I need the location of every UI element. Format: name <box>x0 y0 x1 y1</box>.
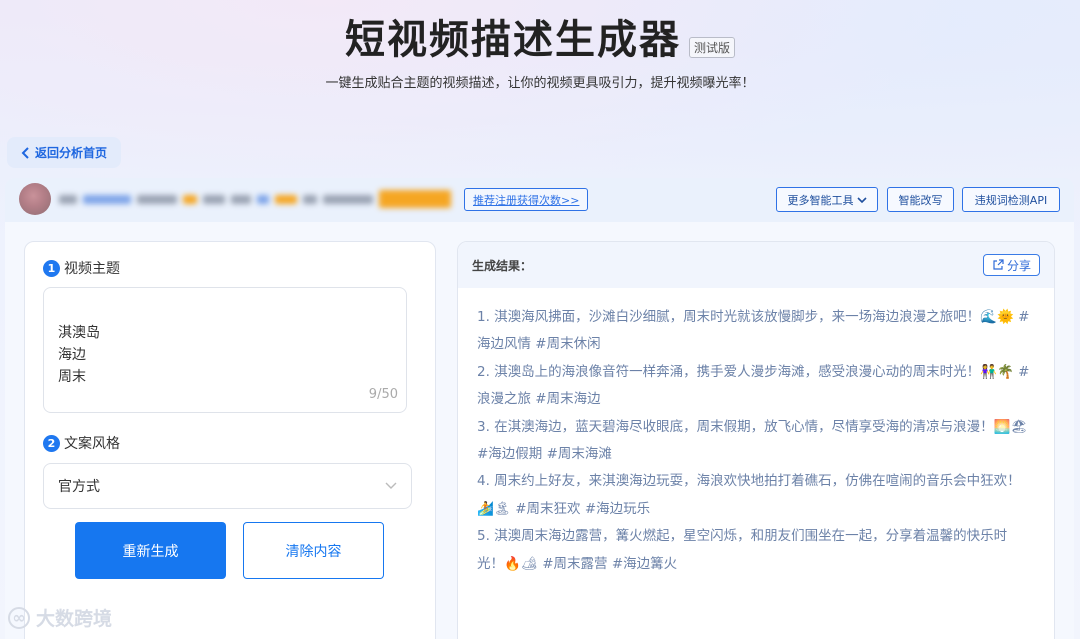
clear-content-button[interactable]: 清除内容 <box>243 522 384 579</box>
chevron-left-icon <box>21 146 29 159</box>
register-bonus-link[interactable]: 推荐注册获得次数>> <box>464 188 589 211</box>
share-label: 分享 <box>1006 258 1031 273</box>
result-item: 1. 淇澳海风拂面，沙滩白沙细腻，周末时光就该放慢脚步，来一场海边浪漫之旅吧！🌊… <box>477 309 1030 353</box>
result-header: 生成结果： 分享 <box>458 242 1054 288</box>
result-item: 2. 淇澳岛上的海浪像音符一样奔涌，携手爱人漫步海滩，感受浪漫心动的周末时光！👫… <box>477 363 1030 408</box>
char-counter: 9/50 <box>368 387 398 402</box>
main-area: 1 视频主题 淇澳岛 海边 周末 9/50 2 文案风格 官方式 重新生成 清除… <box>5 222 1074 639</box>
watermark-logo-icon: ∞ <box>8 606 30 629</box>
back-label: 返回分析首页 <box>35 146 108 160</box>
result-panel: 生成结果： 分享 1. 淇澳海风拂面，沙滩白沙细腻，周末时光就该放慢脚步，来一场… <box>457 241 1055 639</box>
result-title: 生成结果： <box>472 258 533 273</box>
result-list: 1. 淇澳海风拂面，沙滩白沙细腻，周末时光就该放慢脚步，来一场海边浪漫之旅吧！🌊… <box>458 288 1054 578</box>
style-select[interactable]: 官方式 <box>43 463 412 509</box>
more-tools-button[interactable]: 更多智能工具 <box>776 187 878 212</box>
watermark-text: 大数跨境 <box>36 608 113 630</box>
share-icon <box>993 259 1004 270</box>
back-to-analysis-button[interactable]: 返回分析首页 <box>7 137 122 168</box>
page-title: 短视频描述生成器 <box>344 17 681 63</box>
chevron-down-icon <box>856 196 867 203</box>
style-section-label: 2 文案风格 <box>43 433 120 453</box>
more-tools-label: 更多智能工具 <box>787 193 854 207</box>
page-header: 短视频描述生成器 测试版 一键生成贴合主题的视频描述，让你的视频更具吸引力，提升… <box>0 12 1080 91</box>
watermark: ∞ 大数跨境 <box>8 604 112 631</box>
chevron-down-icon <box>385 482 397 489</box>
step-1-badge: 1 <box>43 259 60 277</box>
blurred-user-info <box>59 188 452 210</box>
result-item: 4. 周末约上好友，来淇澳海边玩耍，海浪欢快地拍打着礁石，仿佛在喧闹的音乐会中狂… <box>477 473 1021 517</box>
topic-label: 视频主题 <box>64 261 120 277</box>
result-item: 3. 在淇澳海边，蓝天碧海尽收眼底，周末假期，放飞心情，尽情享受海的清凉与浪漫！… <box>477 418 1028 463</box>
topic-section-label: 1 视频主题 <box>43 258 120 278</box>
result-item: 5. 淇澳周末海边露营，篝火燃起，星空闪烁，和朋友们围坐在一起，分享着温馨的快乐… <box>477 528 1008 572</box>
smart-rewrite-button[interactable]: 智能改写 <box>887 187 954 212</box>
step-2-badge: 2 <box>43 434 60 452</box>
avatar[interactable] <box>19 183 51 215</box>
style-value: 官方式 <box>58 479 100 495</box>
topic-textarea[interactable]: 淇澳岛 海边 周末 9/50 <box>43 287 407 413</box>
topic-value: 淇澳岛 海边 周末 <box>58 325 100 385</box>
user-toolbar: 推荐注册获得次数>> 更多智能工具 智能改写 违规词检测API <box>5 178 1074 222</box>
violation-api-button[interactable]: 违规词检测API <box>962 187 1060 212</box>
page-subtitle: 一键生成贴合主题的视频描述，让你的视频更具吸引力，提升视频曝光率！ <box>325 76 755 91</box>
style-label: 文案风格 <box>64 436 120 452</box>
input-panel: 1 视频主题 淇澳岛 海边 周末 9/50 2 文案风格 官方式 重新生成 清除… <box>24 241 436 639</box>
beta-badge: 测试版 <box>688 37 735 58</box>
share-button[interactable]: 分享 <box>982 254 1040 276</box>
regenerate-button[interactable]: 重新生成 <box>75 522 226 579</box>
